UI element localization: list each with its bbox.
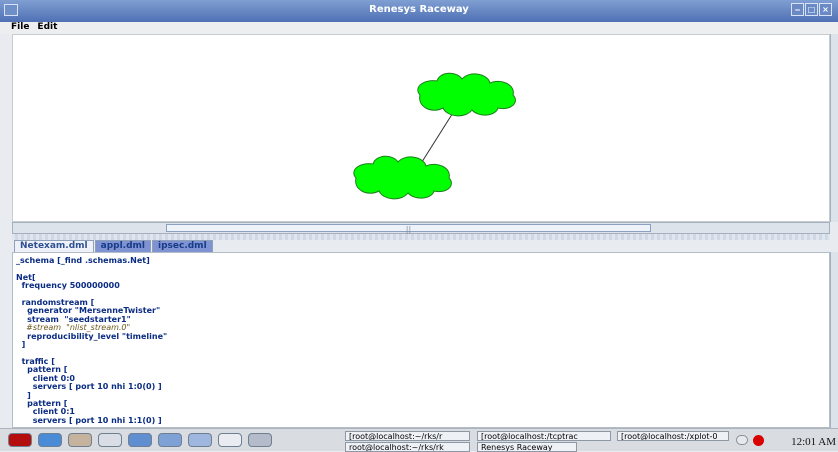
taskbar-item-terminal-3[interactable]: [root@localhost:/xplot-0 — [617, 431, 729, 441]
presentation-icon[interactable] — [158, 433, 182, 447]
status-icon[interactable] — [753, 435, 764, 446]
network-cloud-top — [417, 72, 516, 117]
window-controls: ‒ □ × — [791, 3, 832, 16]
network-link — [419, 107, 457, 166]
browser-icon[interactable] — [38, 433, 62, 447]
close-button[interactable]: × — [819, 3, 832, 16]
printer-icon[interactable] — [188, 433, 212, 447]
desktop-switcher-icon[interactable] — [218, 433, 242, 447]
dml-editor[interactable]: _schema [_find .schemas.Net] Net[ freque… — [12, 252, 830, 428]
spreadsheet-icon[interactable] — [128, 433, 152, 447]
file-menu[interactable]: File — [11, 22, 29, 34]
mail-icon[interactable] — [68, 433, 92, 447]
menu-bar: File Edit — [0, 22, 838, 34]
network-canvas[interactable] — [12, 34, 830, 222]
editor-text: _schema [_find .schemas.Net] Net[ freque… — [16, 256, 168, 425]
clock: 12:01 AM — [791, 436, 836, 448]
editor-tabs: Netexam.dml appl.dml ipsec.dml — [14, 240, 213, 252]
editor-vertical-scrollbar[interactable] — [830, 252, 838, 428]
volume-icon[interactable] — [736, 435, 748, 445]
tab-ipsec[interactable]: ipsec.dml — [152, 240, 213, 252]
taskbar-item-terminal-2[interactable]: [root@localhost:/tcptrac — [477, 431, 611, 441]
tab-appl[interactable]: appl.dml — [94, 240, 151, 252]
minimize-button[interactable]: ‒ — [791, 3, 804, 16]
monitor-icon[interactable] — [248, 433, 272, 447]
title-bar: Renesys Raceway ‒ □ × — [0, 0, 838, 22]
canvas-vertical-scrollbar[interactable] — [830, 34, 838, 222]
tab-netexam[interactable]: Netexam.dml — [14, 240, 94, 252]
maximize-button[interactable]: □ — [805, 3, 818, 16]
red-hat-icon[interactable] — [8, 433, 32, 447]
canvas-horizontal-scrollbar[interactable]: || — [12, 222, 830, 234]
edit-menu[interactable]: Edit — [37, 22, 57, 34]
network-cloud-bottom — [353, 155, 452, 200]
taskbar-item-terminal-1[interactable]: [root@localhost:~/rks/r — [345, 431, 470, 441]
window-title: Renesys Raceway — [369, 4, 469, 15]
writer-icon[interactable] — [98, 433, 122, 447]
taskbar: [root@localhost:~/rks/r [root@localhost:… — [0, 428, 838, 452]
scroll-thumb[interactable]: || — [166, 224, 651, 234]
